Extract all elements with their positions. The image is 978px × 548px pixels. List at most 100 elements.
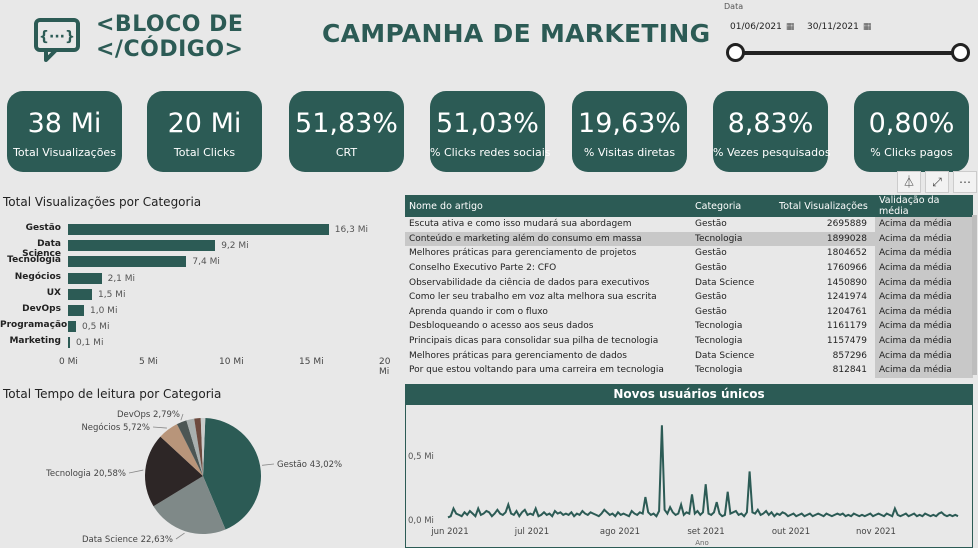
pie-chart-title: Total Tempo de leitura por Categoria bbox=[3, 387, 222, 401]
kpi-label: CRT bbox=[335, 146, 358, 159]
start-date-input[interactable]: 01/06/2021 ▦ bbox=[730, 20, 798, 34]
article-name-cell: Melhores práticas para gerenciamento de … bbox=[409, 248, 637, 259]
x-tick-label: jul 2021 bbox=[514, 527, 549, 537]
new-users-line[interactable] bbox=[447, 425, 959, 519]
table-row[interactable]: Desbloqueando o acesso aos seus dados Tec… bbox=[405, 319, 973, 334]
bar[interactable] bbox=[68, 224, 329, 235]
kpi-value: 51,03% bbox=[436, 108, 539, 139]
column-header-category[interactable]: Categoria bbox=[691, 195, 775, 217]
bar-value-label: 0,1 Mi bbox=[76, 338, 104, 349]
article-name-cell: Desbloqueando o acesso aos seus dados bbox=[409, 321, 594, 332]
views-by-category-bar-chart: Gestão 16,3 Mi Data Science 9,2 Mi Tecnologi… bbox=[0, 216, 400, 377]
end-date-input[interactable]: 30/11/2021 ▦ bbox=[807, 20, 875, 34]
table-row[interactable]: Principais dicas para consolidar sua pil… bbox=[405, 333, 973, 349]
validation-cell: Acima da média bbox=[875, 319, 973, 334]
category-cell: Gestão bbox=[695, 219, 727, 230]
bar[interactable] bbox=[68, 321, 76, 333]
x-tick-label: 0 Mi bbox=[59, 357, 78, 367]
date-slider-end-handle[interactable] bbox=[951, 43, 970, 62]
kpi-value: 0,80% bbox=[868, 108, 955, 139]
kpi-card-total-clicks: 20 Mi Total Clicks bbox=[147, 91, 262, 172]
line-chart-title: Novos usuários únicos bbox=[405, 384, 973, 405]
table-row[interactable]: Como ler seu trabalho em voz alta melhor… bbox=[405, 289, 973, 305]
table-row[interactable]: Aprenda quando ir com o fluxo Gestão 12047… bbox=[405, 304, 973, 320]
bar-value-label: 0,5 Mi bbox=[82, 322, 110, 333]
bar-value-label: 16,3 Mi bbox=[334, 225, 368, 235]
validation-cell: Acima da média bbox=[875, 304, 973, 320]
page-title: CAMPANHA DE MARKETING bbox=[322, 19, 711, 48]
column-header-views[interactable]: Total Visualizações bbox=[775, 195, 875, 217]
y-tick-label: 0,0 Mi bbox=[408, 516, 434, 526]
x-tick-label: jun 2021 bbox=[430, 527, 468, 537]
date-slider-start-handle[interactable] bbox=[726, 43, 745, 62]
views-cell: 1450890 bbox=[826, 277, 867, 288]
calendar-icon[interactable]: ▦ bbox=[786, 22, 795, 32]
bar[interactable] bbox=[68, 305, 84, 316]
kpi-label: % Vezes pesquisados bbox=[713, 146, 831, 159]
bar-chart-title: Total Visualizações por Categoria bbox=[3, 195, 202, 209]
table-row[interactable]: Melhores práticas para gerenciamento de … bbox=[405, 246, 973, 261]
kpi-card-paid-clicks: 0,80% % Clicks pagos bbox=[854, 91, 969, 172]
pie-leader-line bbox=[261, 463, 275, 466]
logo-line-2: </CÓDIGO> bbox=[96, 37, 244, 62]
table-row[interactable]: Por que estou voltando para uma carreira… bbox=[405, 362, 973, 378]
category-cell: Data Science bbox=[695, 277, 755, 288]
category-cell: Gestão bbox=[695, 306, 727, 317]
articles-table: Nome do artigo Categoria Total Visualiza… bbox=[405, 195, 973, 378]
pie-slice-label: Data Science 22,63% bbox=[82, 535, 173, 545]
x-tick-label: 5 Mi bbox=[139, 357, 158, 367]
bar-value-label: 9,2 Mi bbox=[221, 241, 249, 252]
pie-leader-line bbox=[152, 426, 167, 429]
views-cell: 1241974 bbox=[826, 292, 867, 303]
new-users-line-chart: 0,0 Mi 0,5 Mi jun 2021 jul 2021 ago 2021 set … bbox=[408, 425, 959, 547]
category-cell: Tecnologia bbox=[695, 336, 743, 347]
bar[interactable] bbox=[68, 256, 187, 268]
pie-slice-label: Tecnologia 20,58% bbox=[45, 469, 126, 479]
article-name-cell: Como ler seu trabalho em voz alta melhor… bbox=[409, 292, 657, 303]
kpi-value: 51,83% bbox=[295, 108, 398, 139]
table-row[interactable]: Observabilidade da ciência de dados para… bbox=[405, 275, 973, 290]
bar-category-label: Marketing bbox=[9, 336, 61, 347]
bar-category-label: UX bbox=[46, 287, 61, 298]
validation-cell: Acima da média bbox=[875, 260, 973, 276]
date-range-slider-track[interactable] bbox=[735, 51, 961, 55]
table-row[interactable]: Escuta ativa e como isso mudará sua abor… bbox=[405, 217, 973, 232]
column-header-validation[interactable]: Validação da média bbox=[875, 195, 973, 217]
end-date-value: 30/11/2021 bbox=[807, 22, 859, 32]
x-tick-label: 15 Mi bbox=[299, 357, 324, 367]
table-scrollbar[interactable] bbox=[972, 215, 977, 375]
x-tick-label: set 2021 bbox=[687, 527, 724, 537]
table-row[interactable]: Melhores práticas para gerenciamento de … bbox=[405, 348, 973, 363]
article-name-cell: Conteúdo e marketing além do consumo em … bbox=[405, 231, 691, 247]
filter-icon[interactable]: ⏃ bbox=[897, 171, 921, 193]
category-cell: Tecnologia bbox=[695, 321, 743, 332]
pie-leader-line bbox=[128, 469, 144, 474]
column-header-article[interactable]: Nome do artigo bbox=[405, 195, 691, 217]
table-header-row: Nome do artigo Categoria Total Visualiza… bbox=[405, 195, 973, 217]
bar[interactable] bbox=[68, 272, 102, 284]
bar-value-label: 1,0 Mi bbox=[90, 306, 118, 316]
bar[interactable] bbox=[68, 240, 216, 252]
more-options-icon[interactable]: ⋯ bbox=[953, 171, 977, 193]
table-row[interactable]: Conteúdo e marketing além do consumo em … bbox=[405, 231, 973, 247]
start-date-value: 01/06/2021 bbox=[730, 22, 782, 32]
chat-code-logo-icon: {···} bbox=[32, 14, 82, 64]
category-cell: Gestão bbox=[695, 263, 727, 274]
x-tick-label: 20 Mi bbox=[379, 357, 391, 377]
article-name-cell: Melhores práticas para gerenciamento de … bbox=[409, 350, 627, 361]
bar[interactable] bbox=[68, 288, 92, 300]
article-name-cell: Observabilidade da ciência de dados para… bbox=[409, 277, 650, 288]
validation-cell: Acima da média bbox=[875, 348, 973, 363]
article-name-cell: Por que estou voltando para uma carreira… bbox=[409, 365, 664, 376]
category-cell: Tecnologia bbox=[691, 231, 775, 247]
bar[interactable] bbox=[68, 337, 70, 349]
views-cell: 2695889 bbox=[826, 219, 867, 230]
calendar-icon[interactable]: ▦ bbox=[863, 22, 872, 32]
category-cell: Data Science bbox=[695, 350, 755, 361]
table-row[interactable]: Conselho Executivo Parte 2: CFO Gestão 176… bbox=[405, 260, 973, 276]
x-tick-label: nov 2021 bbox=[856, 527, 896, 537]
focus-mode-icon[interactable]: ⤢ bbox=[925, 171, 949, 193]
kpi-card-crt: 51,83% CRT bbox=[289, 91, 404, 172]
views-cell: 1760966 bbox=[826, 263, 867, 274]
reading-time-pie-chart: Gestão 43,02% Data Science 22,63% Tecnolog… bbox=[45, 410, 342, 545]
